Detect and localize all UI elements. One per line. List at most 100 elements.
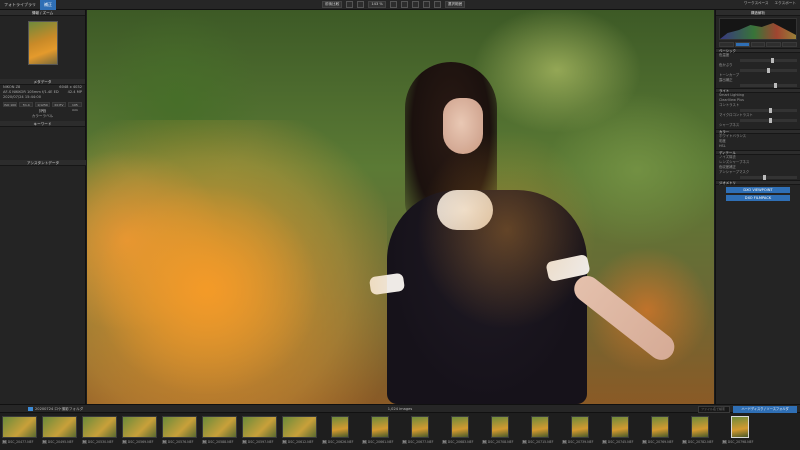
before-after-button[interactable]: 前後比較 xyxy=(322,1,343,8)
source-filter-button[interactable]: ハードディスク / ソースフォルダ xyxy=(733,406,797,413)
filmstrip-item[interactable]: M DSC_20769.NEF xyxy=(642,416,677,450)
tab-geometry[interactable] xyxy=(782,42,797,47)
slider-knob[interactable] xyxy=(774,83,778,88)
filmstrip-item[interactable]: M DSC_20661.NEF xyxy=(362,416,397,450)
format-tag: M xyxy=(2,440,7,444)
filmstrip-item[interactable]: M DSC_20495.NEF xyxy=(42,416,77,450)
filmstrip-item[interactable]: M DSC_20569.NEF xyxy=(122,416,157,450)
tab-all[interactable] xyxy=(719,42,734,47)
filename: DSC_20576.NEF xyxy=(167,440,194,444)
viewpoint-button[interactable]: DXO VIEWPOINT xyxy=(726,187,790,193)
filmstrip-thumbnail[interactable] xyxy=(2,416,37,438)
filmstrip-item[interactable]: M DSC_20612.NEF xyxy=(282,416,317,450)
filmstrip-item[interactable]: M DSC_20626.NEF xyxy=(322,416,357,450)
selection-button[interactable]: 選択範囲 xyxy=(444,1,466,8)
navigator-title[interactable]: 情報 / ズーム xyxy=(0,10,85,16)
slider[interactable] xyxy=(740,68,797,73)
filmstrip-item[interactable]: M DSC_20597.NEF xyxy=(242,416,277,450)
section-geometry[interactable]: ジオメトリ xyxy=(716,180,800,185)
crop-icon[interactable] xyxy=(346,1,354,8)
filmstrip-thumbnail[interactable] xyxy=(330,416,349,438)
tab-light[interactable] xyxy=(734,42,750,47)
filmstrip-label: M DSC_20612.NEF xyxy=(282,440,317,444)
setting-row[interactable]: 色かぶり xyxy=(716,63,800,68)
top-toolbar: フォトライブラリ 補正 前後比較 143 % 選択範囲 ワークスペース エクスポ… xyxy=(0,0,800,10)
search-input[interactable]: ファイル名で検索 xyxy=(698,406,730,413)
filmstrip-thumbnail[interactable] xyxy=(82,416,117,438)
filmstrip-item[interactable]: M DSC_20530.NEF xyxy=(82,416,117,450)
tab-detail[interactable] xyxy=(766,42,782,47)
filmstrip-thumbnail[interactable] xyxy=(730,416,749,438)
setting-row[interactable]: マイクロコントラスト xyxy=(716,113,800,118)
filmstrip-item[interactable]: M DSC_20576.NEF xyxy=(162,416,197,450)
slider-knob[interactable] xyxy=(768,118,772,123)
slider[interactable] xyxy=(740,108,797,113)
slider[interactable] xyxy=(740,58,797,63)
filmstrip-thumbnail[interactable] xyxy=(370,416,389,438)
filmstrip-item[interactable]: M DSC_20708.NEF xyxy=(482,416,517,450)
format-tag: M xyxy=(722,440,727,444)
filmstrip-item[interactable]: M DSC_20739.NEF xyxy=(562,416,597,450)
slider[interactable] xyxy=(740,118,797,123)
zoom-level[interactable]: 143 % xyxy=(368,1,386,8)
filename: DSC_20677.NEF xyxy=(407,440,434,444)
navigator-thumbnail[interactable] xyxy=(27,21,58,65)
filmstrip-item[interactable]: M DSC_20782.NEF xyxy=(682,416,717,450)
fit-icon[interactable] xyxy=(357,1,365,8)
slider-knob[interactable] xyxy=(767,68,771,73)
filmstrip-thumbnail[interactable] xyxy=(530,416,549,438)
slider-knob[interactable] xyxy=(762,175,766,180)
slider[interactable] xyxy=(740,175,797,180)
filmstrip-item[interactable]: M DSC_20798.NEF xyxy=(722,416,757,450)
filmstrip-thumbnail[interactable] xyxy=(570,416,589,438)
filmstrip-thumbnail[interactable] xyxy=(282,416,317,438)
filmstrip-item[interactable]: M DSC_20715.NEF xyxy=(522,416,557,450)
filmstrip-thumbnail[interactable] xyxy=(162,416,197,438)
histogram-title[interactable]: 構造解析 xyxy=(716,10,800,16)
filmstrip-thumbnail[interactable] xyxy=(202,416,237,438)
filmstrip-thumbnail[interactable] xyxy=(450,416,469,438)
filmstrip-thumbnail[interactable] xyxy=(690,416,709,438)
keywords-title[interactable]: キーワード xyxy=(0,121,85,127)
assistant-title[interactable]: アシスタントデータ xyxy=(0,160,86,166)
setting-row[interactable]: HSL xyxy=(716,144,800,149)
setting-row[interactable]: アンシャープマスク xyxy=(716,170,800,175)
filmstrip-thumbnail[interactable] xyxy=(242,416,277,438)
tab-color[interactable] xyxy=(750,42,766,47)
workspace-button[interactable]: ワークスペース xyxy=(744,1,769,6)
repair-icon[interactable] xyxy=(400,1,408,8)
setting-row[interactable]: 色温度 xyxy=(716,53,800,58)
filmstrip-label: M DSC_20683.NEF xyxy=(442,440,477,444)
horizon-icon[interactable] xyxy=(433,1,441,8)
setting-row[interactable]: コントラスト xyxy=(716,103,800,108)
setting-row[interactable]: シャープネス xyxy=(716,123,800,128)
filmstrip-item[interactable]: M DSC_20745.NEF xyxy=(602,416,637,450)
filmstrip-label: M DSC_20677.NEF xyxy=(402,440,437,444)
filmstrip-item[interactable]: M DSC_20588.NEF xyxy=(202,416,237,450)
filmstrip-thumbnail[interactable] xyxy=(650,416,669,438)
local-adjust-icon[interactable] xyxy=(411,1,419,8)
filmstrip-item[interactable]: M DSC_20477.NEF xyxy=(2,416,37,450)
format-tag: M xyxy=(202,440,207,444)
filmstrip-item[interactable]: M DSC_20677.NEF xyxy=(402,416,437,450)
filename: DSC_20769.NEF xyxy=(647,440,674,444)
filmstrip-thumbnail[interactable] xyxy=(610,416,629,438)
image-count: 1,024 images xyxy=(387,406,413,411)
setting-row[interactable]: 露出補正 xyxy=(716,78,800,83)
filmstrip-item[interactable]: M DSC_20683.NEF xyxy=(442,416,477,450)
filmpack-button[interactable]: DXO FILMPACK xyxy=(726,195,790,201)
redeye-icon[interactable] xyxy=(422,1,430,8)
filmstrip-thumbnail[interactable] xyxy=(122,416,157,438)
straighten-icon[interactable] xyxy=(389,1,397,8)
main-image-viewer[interactable] xyxy=(87,10,714,404)
export-button[interactable]: エクスポート xyxy=(775,1,796,6)
color-label[interactable]: カラーラベル xyxy=(0,114,85,119)
slider[interactable] xyxy=(740,83,797,88)
slider-knob[interactable] xyxy=(771,58,775,63)
filmstrip-thumbnail[interactable] xyxy=(490,416,509,438)
slider-knob[interactable] xyxy=(768,108,772,113)
tab-photo-library[interactable]: フォトライブラリ xyxy=(0,0,40,10)
filmstrip-thumbnail[interactable] xyxy=(42,416,77,438)
tab-customize[interactable]: 補正 xyxy=(40,0,56,10)
filmstrip-thumbnail[interactable] xyxy=(410,416,429,438)
